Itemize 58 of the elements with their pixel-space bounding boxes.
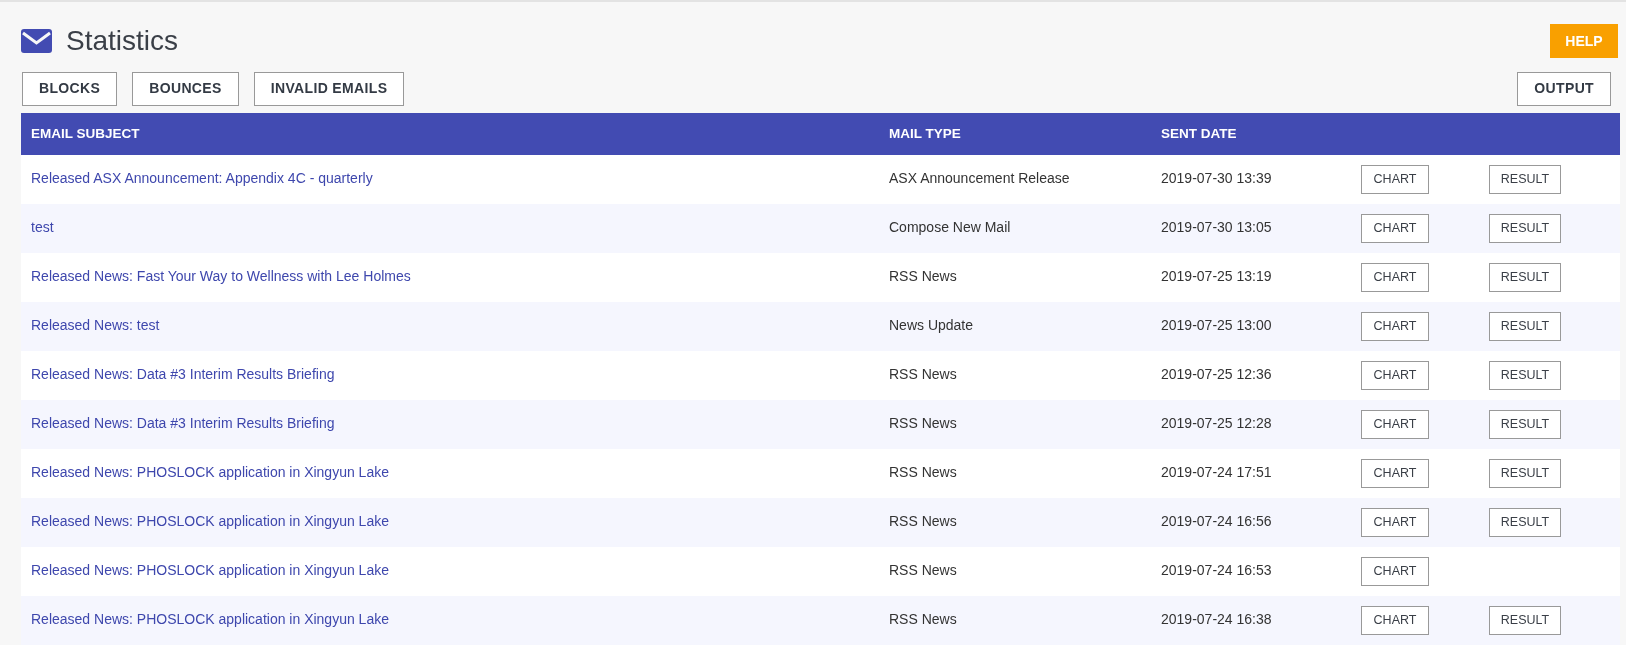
table-cell: 2019-07-25 13:00 bbox=[1161, 317, 1272, 333]
result-button[interactable]: RESULT bbox=[1489, 459, 1561, 488]
table-cell: 2019-07-25 12:36 bbox=[1161, 366, 1272, 382]
subject-link[interactable]: test bbox=[31, 219, 54, 235]
table-cell: News Update bbox=[889, 317, 974, 333]
table-cell: RSS News bbox=[889, 562, 957, 578]
toolbar-button[interactable]: INVALID EMAILS bbox=[253, 71, 405, 106]
chart-button[interactable]: CHART bbox=[1361, 410, 1429, 439]
table-cell: RSS News bbox=[889, 513, 957, 529]
column-header: MAIL TYPE bbox=[889, 125, 961, 141]
result-button[interactable]: RESULT bbox=[1489, 312, 1561, 341]
chart-button[interactable]: CHART bbox=[1361, 312, 1429, 341]
result-button[interactable]: RESULT bbox=[1489, 263, 1561, 292]
chart-button[interactable]: CHART bbox=[1361, 606, 1429, 635]
toolbar-button[interactable]: BLOCKS bbox=[22, 71, 118, 106]
table-cell: RSS News bbox=[889, 268, 957, 284]
mail-icon bbox=[21, 29, 52, 54]
result-button[interactable]: RESULT bbox=[1489, 361, 1561, 390]
column-header: EMAIL SUBJECT bbox=[31, 125, 140, 141]
table-cell: RSS News bbox=[889, 464, 957, 480]
subject-link[interactable]: Released News: Data #3 Interim Results Briefing bbox=[31, 366, 335, 382]
result-button[interactable]: RESULT bbox=[1489, 410, 1561, 439]
result-button[interactable]: RESULT bbox=[1489, 214, 1561, 243]
subject-link[interactable]: Released ASX Announcement: Appendix 4C - quarterly bbox=[31, 170, 373, 186]
table-cell: 2019-07-24 16:38 bbox=[1161, 611, 1272, 627]
table-cell: RSS News bbox=[889, 415, 957, 431]
subject-link[interactable]: Released News: PHOSLOCK application in Xingyun Lake bbox=[31, 464, 389, 480]
table-cell: 2019-07-24 16:56 bbox=[1161, 513, 1272, 529]
table-cell: Compose New Mail bbox=[889, 219, 1011, 235]
page-title: Statistics bbox=[66, 24, 179, 59]
result-button[interactable]: RESULT bbox=[1489, 165, 1561, 194]
table-cell: 2019-07-25 12:28 bbox=[1161, 415, 1272, 431]
chart-button[interactable]: CHART bbox=[1361, 557, 1429, 586]
chart-button[interactable]: CHART bbox=[1361, 165, 1429, 194]
subject-link[interactable]: Released News: PHOSLOCK application in Xingyun Lake bbox=[31, 513, 389, 529]
chart-button[interactable]: CHART bbox=[1361, 214, 1429, 243]
table-cell: 2019-07-24 16:53 bbox=[1161, 562, 1272, 578]
chart-button[interactable]: CHART bbox=[1361, 361, 1429, 390]
table-cell: RSS News bbox=[889, 366, 957, 382]
subject-link[interactable]: Released News: Data #3 Interim Results Briefing bbox=[31, 415, 335, 431]
result-button[interactable]: RESULT bbox=[1489, 606, 1561, 635]
chart-button[interactable]: CHART bbox=[1361, 459, 1429, 488]
subject-link[interactable]: Released News: Fast Your Way to Wellness with Lee Holmes bbox=[31, 268, 411, 284]
chart-button[interactable]: CHART bbox=[1361, 263, 1429, 292]
table-cell: 2019-07-24 17:51 bbox=[1161, 464, 1272, 480]
chart-button[interactable]: CHART bbox=[1361, 508, 1429, 537]
output-button[interactable]: OUTPUT bbox=[1517, 71, 1611, 106]
column-header: SENT DATE bbox=[1161, 125, 1237, 141]
subject-link[interactable]: Released News: PHOSLOCK application in Xingyun Lake bbox=[31, 562, 389, 578]
result-button[interactable]: RESULT bbox=[1489, 508, 1561, 537]
table-cell: RSS News bbox=[889, 611, 957, 627]
table-cell: ASX Announcement Release bbox=[889, 170, 1070, 186]
subject-link[interactable]: Released News: test bbox=[31, 317, 160, 333]
toolbar-button[interactable]: BOUNCES bbox=[132, 71, 239, 106]
subject-link[interactable]: Released News: PHOSLOCK application in Xingyun Lake bbox=[31, 611, 389, 627]
table-cell: 2019-07-25 13:19 bbox=[1161, 268, 1272, 284]
table-cell: 2019-07-30 13:05 bbox=[1161, 219, 1272, 235]
table-cell: 2019-07-30 13:39 bbox=[1161, 170, 1272, 186]
